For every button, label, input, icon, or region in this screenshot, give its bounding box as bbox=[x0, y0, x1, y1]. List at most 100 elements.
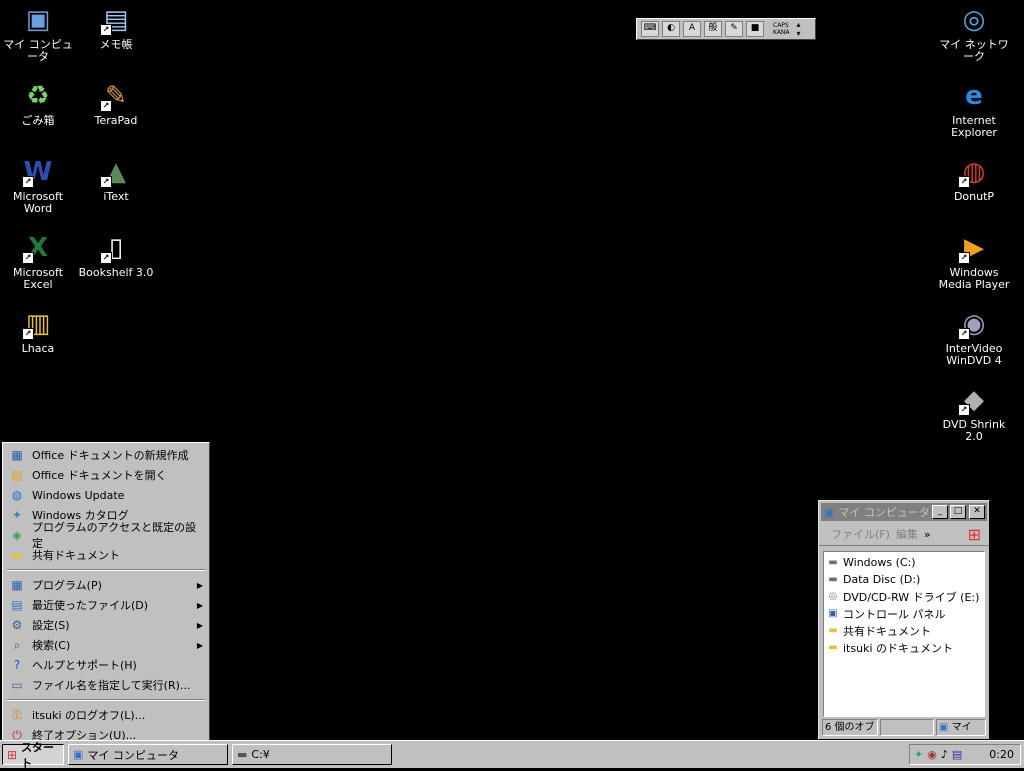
desktop-icon-label: iText bbox=[103, 190, 129, 203]
windows-flag-icon: ⊞ bbox=[7, 747, 18, 762]
search-icon: ⌕ bbox=[13, 638, 21, 652]
security-tray-icon[interactable]: ◉ bbox=[927, 748, 937, 761]
drive-list-item[interactable]: ▣ コントロール パネル bbox=[826, 605, 982, 622]
help-icon: ? bbox=[13, 658, 21, 672]
window-titlebar[interactable]: ▣ マイ コンピュータ _ □ ✕ bbox=[821, 503, 987, 521]
desktop-icon-windvd[interactable]: ◉ ↗ InterVideo WinDVD 4 bbox=[934, 308, 1014, 367]
start-menu-item-recent-files[interactable]: ▤ 最近使ったファイル(D) ▶ bbox=[5, 595, 207, 615]
desktop-icon-notepad[interactable]: ▤ ↗ メモ帳 bbox=[76, 4, 156, 51]
clock[interactable]: 0:20 bbox=[989, 748, 1014, 761]
desktop-icon-internet-explorer[interactable]: e Internet Explorer bbox=[934, 80, 1014, 139]
desktop-icon-recycle-bin[interactable]: ♻ ごみ箱 bbox=[0, 80, 78, 127]
volume-tray-icon[interactable]: ♪ bbox=[941, 748, 948, 761]
drive-list-item[interactable]: ▬ Windows (C:) bbox=[826, 554, 982, 571]
input-mode-indicator[interactable]: A bbox=[683, 21, 701, 37]
desktop-icon-excel[interactable]: X ↗ Microsoft Excel bbox=[0, 232, 78, 291]
desktop-icon-my-network[interactable]: ◎ マイ ネットワーク bbox=[934, 4, 1014, 63]
close-button[interactable]: ✕ bbox=[969, 505, 985, 519]
start-button[interactable]: ⊞ スタート bbox=[2, 741, 64, 770]
desktop-icon-label: Microsoft Excel bbox=[12, 266, 64, 291]
ime-tool-icon[interactable]: ✎ bbox=[725, 21, 743, 37]
ime-options-chevron-icon[interactable]: ▴ ▾ bbox=[797, 20, 801, 38]
windows-catalog-icon: ✦ bbox=[11, 508, 23, 522]
ime-dict-icon[interactable]: ■ bbox=[746, 21, 764, 37]
drive-list-label: 共有ドキュメント bbox=[843, 624, 931, 638]
taskbar-task-c-drive[interactable]: ▬ C:¥ bbox=[232, 744, 392, 765]
logoff-icon: ⚿ bbox=[12, 708, 22, 722]
drive-list-item[interactable]: ▬ itsuki のドキュメント bbox=[826, 639, 982, 656]
start-label: スタート bbox=[21, 740, 55, 770]
shortcut-arrow-icon: ↗ bbox=[958, 252, 970, 264]
drive-list-label: Data Disc (D:) bbox=[843, 573, 921, 586]
start-menu-item-help[interactable]: ? ヘルプとサポート(H) bbox=[5, 655, 207, 675]
menu-item-label: 設定(S) bbox=[32, 619, 70, 632]
start-menu-item-folder[interactable]: ▬ 共有ドキュメント bbox=[5, 545, 207, 565]
menu-edit[interactable]: 編集 bbox=[896, 526, 918, 542]
desktop-icon-word[interactable]: W ↗ Microsoft Word bbox=[0, 156, 78, 215]
my-computer-icon: ▣ bbox=[939, 722, 949, 733]
my-computer-window[interactable]: ▣ マイ コンピュータ _ □ ✕ ファイル(F) 編集 » ⊞ ▬ Window… bbox=[818, 500, 990, 740]
desktop-icon-label: Internet Explorer bbox=[951, 114, 997, 139]
system-tray: ✦ ◉ ♪ ▤ 0:20 bbox=[909, 744, 1021, 765]
desktop-icon-donutp[interactable]: ◍ ↗ DonutP bbox=[934, 156, 1014, 203]
bookshelf-icon: ▯ ↗ bbox=[100, 232, 132, 264]
desktop-icon-itext[interactable]: ▲ ↗ iText bbox=[76, 156, 156, 203]
shortcut-arrow-icon: ↗ bbox=[958, 328, 970, 340]
control-panel-icon: ▣ bbox=[828, 608, 838, 619]
desktop-icon-lhaca[interactable]: ▥ ↗ Lhaca bbox=[0, 308, 78, 355]
drive-list: ▬ Windows (C:) ▬ Data Disc (D:) ◎ DVD/CD-RW ド… bbox=[823, 551, 985, 717]
menu-overflow-chevron[interactable]: » bbox=[924, 528, 931, 541]
start-menu-item-windows-update[interactable]: ◍ Windows Update bbox=[5, 485, 207, 505]
start-menu-item-program-defaults[interactable]: ◈ プログラムのアクセスと既定の設定 bbox=[5, 521, 207, 550]
dvd-shrink-icon: ◆ ↗ bbox=[958, 384, 990, 416]
menu-separator bbox=[7, 699, 205, 701]
menu-item-label: ヘルプとサポート(H) bbox=[32, 659, 137, 672]
drive-list-item[interactable]: ◎ DVD/CD-RW ドライブ (E:) bbox=[826, 588, 982, 605]
start-menu-item-settings[interactable]: ⚙ 設定(S) ▶ bbox=[5, 615, 207, 635]
caps-kana-indicator: CAPS KANA bbox=[773, 22, 790, 36]
ime-pad-icon[interactable]: ◐ bbox=[662, 21, 680, 37]
drive-list-item[interactable]: ▬ Data Disc (D:) bbox=[826, 571, 982, 588]
run-icon: ▭ bbox=[11, 678, 23, 692]
start-menu-item-search[interactable]: ⌕ 検索(C) ▶ bbox=[5, 635, 207, 655]
start-menu: ▦ Office ドキュメントの新規作成 ▧ Office ドキュメントを開く ◍ Win… bbox=[2, 442, 210, 742]
desktop-icon-dvd-shrink[interactable]: ◆ ↗ DVD Shrink 2.0 bbox=[934, 384, 1014, 443]
terapad-icon: ✎ ↗ bbox=[100, 80, 132, 112]
graphics-tray-icon[interactable]: ▤ bbox=[952, 748, 962, 761]
start-menu-item-logoff[interactable]: ⚿ itsuki のログオフ(L)... bbox=[5, 705, 207, 725]
shortcut-arrow-icon: ↗ bbox=[100, 252, 112, 264]
taskbar-task-my-computer[interactable]: ▣ マイ コンピュータ bbox=[68, 744, 228, 765]
kanji-mode-indicator[interactable]: 般 bbox=[704, 21, 722, 37]
menu-item-label: プログラム(P) bbox=[32, 579, 102, 592]
desktop-icon-media-player[interactable]: ▶ ↗ Windows Media Player bbox=[934, 232, 1014, 291]
windows-logo-icon: ⊞ bbox=[967, 524, 981, 544]
network-tray-icon[interactable]: ✦ bbox=[914, 748, 923, 761]
ime-toolbar[interactable]: ⌨ ◐ A 般 ✎ ■ CAPS KANA ▴ ▾ bbox=[636, 18, 816, 40]
shortcut-arrow-icon: ↗ bbox=[958, 404, 970, 416]
start-menu-item-programs[interactable]: ▦ プログラム(P) ▶ bbox=[5, 575, 207, 595]
minimize-button[interactable]: _ bbox=[932, 505, 948, 519]
desktop-icon-my-computer[interactable]: ▣ マイ コンピュータ bbox=[0, 4, 78, 63]
desktop-icon-terapad[interactable]: ✎ ↗ TeraPad bbox=[76, 80, 156, 127]
start-menu-item-run[interactable]: ▭ ファイル名を指定して実行(R)... bbox=[5, 675, 207, 695]
drive-list-item[interactable]: ▬ 共有ドキュメント bbox=[826, 622, 982, 639]
window-menubar: ファイル(F) 編集 » ⊞ bbox=[819, 523, 989, 546]
itext-icon: ▲ ↗ bbox=[100, 156, 132, 188]
hard-drive-icon: ▬ bbox=[828, 557, 838, 568]
donutp-icon: ◍ ↗ bbox=[958, 156, 990, 188]
shortcut-arrow-icon: ↗ bbox=[958, 176, 970, 188]
desktop-icon-label: メモ帳 bbox=[99, 38, 133, 51]
start-menu-item-office-open[interactable]: ▧ Office ドキュメントを開く bbox=[5, 465, 207, 485]
desktop-icon-bookshelf[interactable]: ▯ ↗ Bookshelf 3.0 bbox=[76, 232, 156, 279]
keyboard-icon[interactable]: ⌨ bbox=[641, 21, 659, 37]
desktop-icon-label: TeraPad bbox=[94, 114, 138, 127]
menu-file[interactable]: ファイル(F) bbox=[831, 526, 890, 542]
start-menu-item-office-new[interactable]: ▦ Office ドキュメントの新規作成 bbox=[5, 445, 207, 465]
recycle-bin-icon: ♻ bbox=[26, 81, 50, 111]
caps-indicator: CAPS bbox=[773, 22, 789, 29]
shortcut-arrow-icon: ↗ bbox=[22, 176, 34, 188]
menu-item-label: 共有ドキュメント bbox=[32, 549, 120, 562]
window-app-icon: ▣ bbox=[824, 505, 835, 519]
menu-item-label: 最近使ったファイル(D) bbox=[32, 599, 149, 612]
maximize-button[interactable]: □ bbox=[950, 505, 966, 519]
